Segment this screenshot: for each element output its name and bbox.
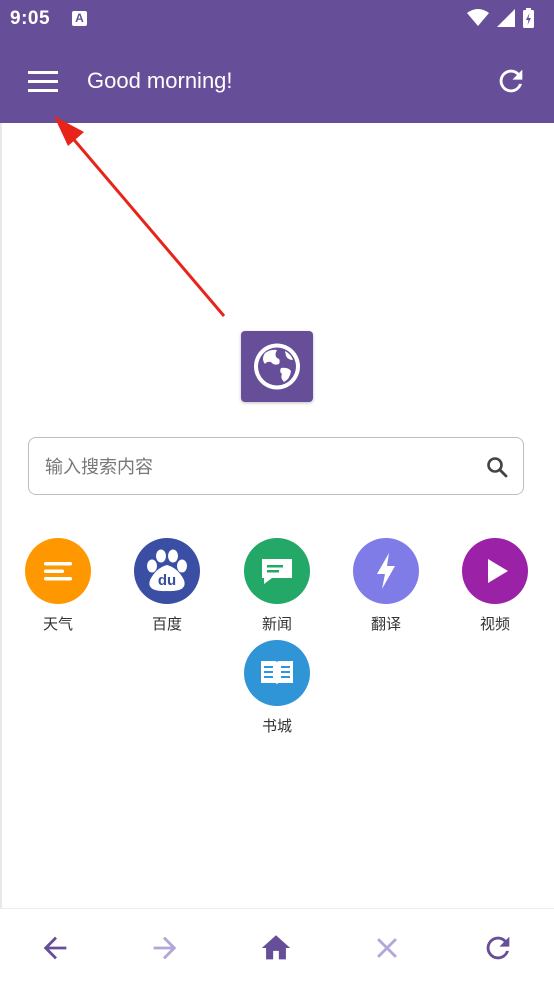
shortcut-label: 书城 [261,717,292,735]
battery-icon [523,8,534,28]
translate-icon [353,538,419,604]
home-icon [261,935,291,960]
signal-icon [497,9,515,27]
search-button[interactable] [485,455,509,479]
baidu-icon: du [134,538,200,604]
reload-button[interactable] [481,931,515,965]
baidu-logo-text: du [157,572,177,589]
shortcut-baidu[interactable]: du 百度 [117,538,217,634]
close-button[interactable] [370,931,404,965]
wifi-icon [467,9,489,26]
close-icon [377,938,397,958]
status-icons [467,8,534,28]
book-icon [244,640,310,706]
bottom-navigation [0,908,554,987]
search-bar [28,437,524,495]
annotation-arrow [54,116,226,317]
shortcut-translate[interactable]: 翻译 [336,538,436,634]
arrow-left-icon [43,936,67,960]
reload-icon [486,936,510,960]
notification-icon: A [72,11,87,26]
shortcut-label: 翻译 [370,615,401,633]
video-icon [462,538,528,604]
shortcut-label: 百度 [151,615,182,633]
refresh-icon [499,69,523,93]
weather-icon [25,538,91,604]
shortcut-label: 新闻 [261,615,292,633]
menu-button[interactable] [24,62,64,102]
search-icon [487,457,508,478]
shortcut-label: 视频 [479,615,510,633]
globe-icon [254,343,300,390]
menu-icon [28,71,58,92]
shortcut-weather[interactable]: 天气 [8,538,108,634]
status-time: 9:05 [10,8,51,29]
home-button[interactable] [259,931,293,965]
shortcut-bookstore[interactable]: 书城 [227,640,327,736]
app-logo [241,331,313,402]
status-bar: 9:05 A [0,0,554,38]
search-input[interactable] [43,448,477,486]
arrow-right-icon [153,936,177,960]
page-title: Good morning! [87,68,233,93]
left-edge-divider [0,123,2,908]
back-button[interactable] [38,931,72,965]
news-icon [244,538,310,604]
shortcut-label: 天气 [42,615,73,633]
forward-button[interactable] [148,931,182,965]
shortcut-news[interactable]: 新闻 [227,538,327,634]
shortcut-video[interactable]: 视频 [445,538,545,634]
refresh-button[interactable] [494,64,528,98]
